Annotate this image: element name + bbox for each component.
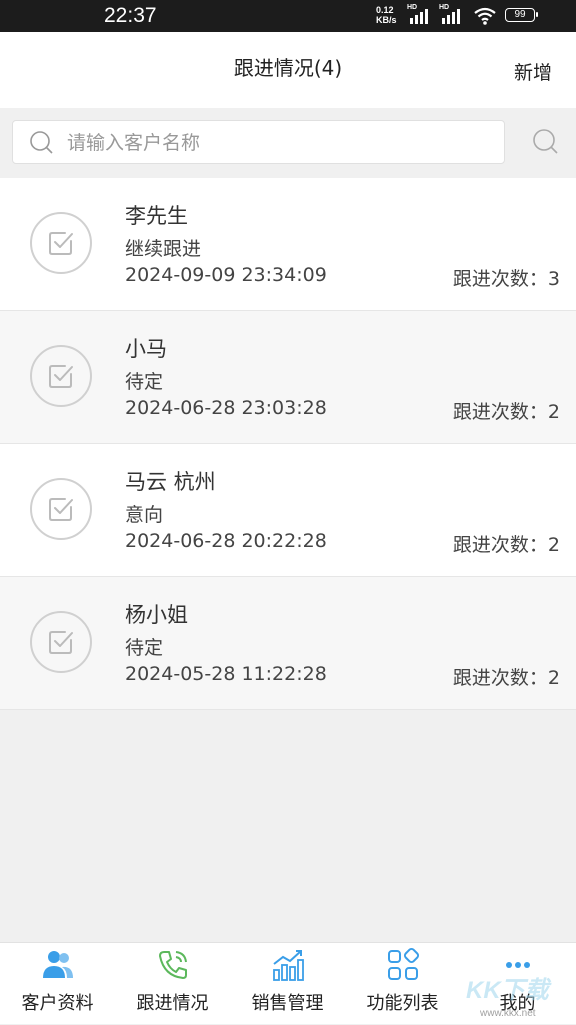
- status-bar: 22:37 0.12 KB/s HD HD 99: [0, 0, 576, 32]
- check-icon: [49, 498, 73, 521]
- check-avatar: [30, 345, 92, 407]
- chart-icon: [273, 950, 304, 981]
- tab-sales[interactable]: 销售管理: [230, 943, 345, 1025]
- tab-label: 客户资料: [21, 993, 94, 1014]
- followup-datetime: 2024-09-09 23:34:09: [125, 264, 327, 286]
- followup-datetime: 2024-06-28 23:03:28: [125, 397, 327, 419]
- search-input[interactable]: [65, 129, 489, 157]
- add-button[interactable]: 新增: [514, 58, 552, 85]
- customers-icon: [43, 951, 73, 978]
- app-header: 跟进情况(4) 新增: [0, 32, 576, 108]
- check-icon: [49, 631, 73, 654]
- customer-name: 小马: [125, 337, 167, 361]
- watermark-text: KK下载: [466, 977, 549, 1004]
- battery-icon: 99: [505, 8, 538, 22]
- followup-status: 待定: [125, 371, 164, 393]
- followup-list: 李先生 继续跟进 2024-09-09 23:34:09 跟进次数：3 小马 待…: [0, 178, 576, 710]
- followup-status: 继续跟进: [125, 238, 202, 260]
- tab-customers[interactable]: 客户资料: [0, 943, 115, 1025]
- followup-datetime: 2024-05-28 11:22:28: [125, 663, 327, 685]
- customer-name: 李先生: [125, 204, 188, 228]
- net-speed-unit: KB/s: [376, 15, 397, 25]
- search-bar: [0, 108, 576, 178]
- followup-datetime: 2024-06-28 20:22:28: [125, 530, 327, 552]
- customer-name: 马云 杭州: [125, 470, 216, 494]
- grid-icon: [388, 947, 420, 980]
- followup-status: 意向: [125, 504, 164, 526]
- tab-label: 跟进情况: [136, 993, 209, 1014]
- followup-count: 跟进次数：3: [452, 268, 560, 290]
- check-avatar: [30, 212, 92, 274]
- net-speed-value: 0.12: [376, 5, 394, 15]
- search-button-icon[interactable]: [532, 128, 560, 156]
- check-avatar: [30, 478, 92, 540]
- wifi-icon: [474, 7, 496, 25]
- search-box[interactable]: [12, 120, 505, 164]
- signal-icon-2: [442, 9, 460, 24]
- list-item[interactable]: 杨小姐 待定 2024-05-28 11:22:28 跟进次数：2: [0, 577, 576, 710]
- followup-status: 待定: [125, 637, 164, 659]
- followup-count: 跟进次数：2: [452, 534, 560, 556]
- list-item[interactable]: 小马 待定 2024-06-28 23:03:28 跟进次数：2: [0, 311, 576, 444]
- tab-label: 销售管理: [251, 993, 324, 1014]
- list-item[interactable]: 马云 杭州 意向 2024-06-28 20:22:28 跟进次数：2: [0, 444, 576, 577]
- page-title: 跟进情况(4): [233, 56, 343, 80]
- followup-count: 跟进次数：2: [452, 401, 560, 423]
- status-time: 22:37: [104, 4, 157, 27]
- followup-count: 跟进次数：2: [452, 667, 560, 689]
- net-speed: 0.12 KB/s: [376, 5, 397, 25]
- phone-icon: [159, 951, 187, 979]
- tab-followup[interactable]: 跟进情况: [115, 943, 230, 1025]
- check-avatar: [30, 611, 92, 673]
- customer-name: 杨小姐: [125, 603, 188, 627]
- tab-label: 功能列表: [366, 993, 439, 1014]
- list-item[interactable]: 李先生 继续跟进 2024-09-09 23:34:09 跟进次数：3: [0, 178, 576, 311]
- check-icon: [49, 232, 73, 255]
- watermark-url: www.kkx.net: [480, 1008, 536, 1019]
- signal-icon: [410, 9, 428, 24]
- tab-functions[interactable]: 功能列表: [345, 943, 460, 1025]
- watermark: KK下载 www.kkx.net: [460, 968, 570, 1024]
- check-icon: [49, 365, 73, 388]
- search-icon: [30, 131, 53, 154]
